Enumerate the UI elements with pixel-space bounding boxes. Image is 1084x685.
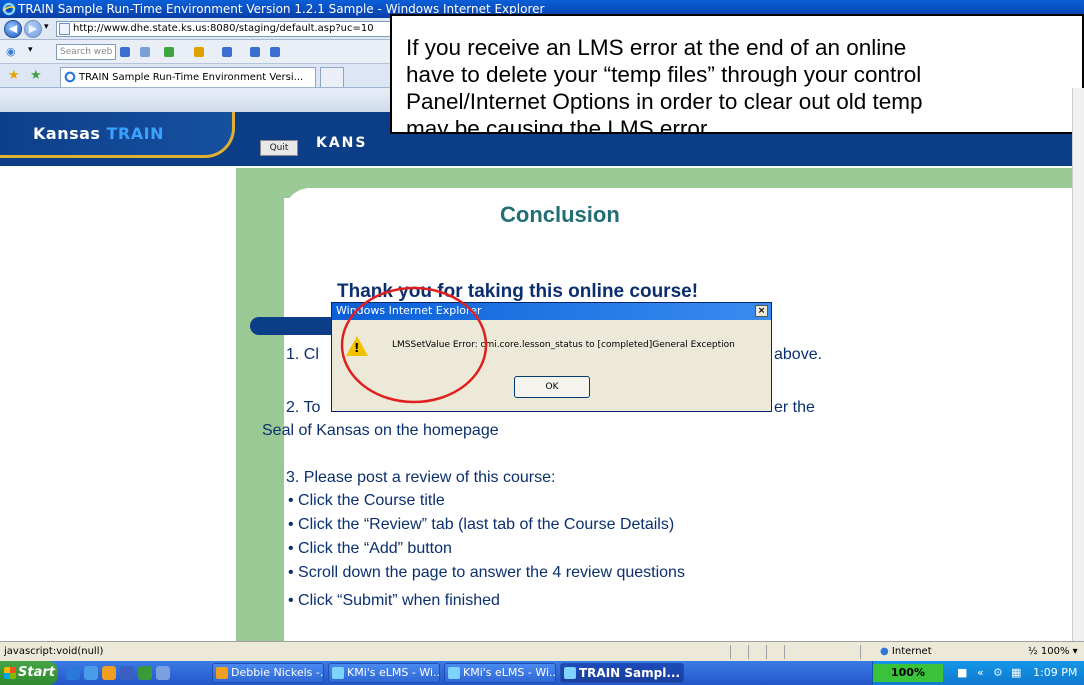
page-icon [59, 23, 70, 35]
history-dropdown-icon[interactable]: ▾ [44, 22, 49, 32]
status-bar: javascript:void(null) ● Internet ½ 100% … [0, 641, 1084, 661]
internet-zone: ● Internet [880, 646, 932, 657]
taskbar-item[interactable]: KMi's eLMS - Wi... [444, 663, 556, 683]
taskbar-item[interactable]: Debbie Nickels -... [212, 663, 324, 683]
tab-label: TRAIN Sample Run-Time Environment Versi.… [79, 72, 304, 83]
kansas-label: KANS [316, 135, 368, 151]
navy-tab-shape [250, 317, 340, 335]
status-text: javascript:void(null) [4, 646, 104, 657]
toolbar-button-icon[interactable] [270, 47, 280, 57]
list-item: • Click the Course title [288, 492, 445, 509]
quicklaunch-icon[interactable] [156, 666, 170, 680]
quicklaunch-icon[interactable] [120, 666, 134, 680]
back-button[interactable]: ◀ [4, 20, 22, 38]
step3-title: 3. Please post a review of this course: [286, 469, 556, 486]
list-item: • Click “Submit” when finished [288, 592, 500, 609]
zoom-badge[interactable]: 100% [873, 664, 943, 682]
search-go-icon[interactable] [120, 47, 130, 57]
step2-end: er the [774, 399, 815, 416]
ie-toolbar-icon[interactable]: ◉ [6, 45, 16, 58]
callout-line: may be causing the LMS error. [406, 116, 713, 134]
tray-icon[interactable]: ▦ [1011, 666, 1021, 679]
forward-button[interactable]: ▶ [24, 20, 42, 38]
windows-flag-icon [4, 667, 16, 679]
zoom-level[interactable]: ½ 100% ▾ [1028, 642, 1078, 661]
step2-line2: Seal of Kansas on the homepage [262, 422, 499, 439]
system-tray: 100% ■ « ⚙ ▦ 1:09 PM [872, 661, 1084, 685]
screen: TRAIN Sample Run-Time Environment Versio… [0, 0, 1084, 685]
address-url: http://www.dhe.state.ks.us:8080/staging/… [73, 23, 374, 34]
page-heading: Conclusion [500, 202, 620, 227]
taskbar-item-active[interactable]: TRAIN Sampl... [560, 663, 684, 683]
list-item: • Click the “Add” button [288, 540, 452, 557]
quicklaunch-icon[interactable] [84, 666, 98, 680]
browser-tab[interactable]: TRAIN Sample Run-Time Environment Versi.… [60, 67, 316, 87]
ie-logo-icon [2, 2, 16, 16]
list-item: • Click the “Review” tab (last tab of th… [288, 516, 675, 533]
green-sidebar [236, 168, 284, 641]
toolbar-button-icon[interactable] [194, 47, 204, 57]
new-tab-button[interactable] [320, 67, 344, 87]
add-favorite-icon[interactable]: ★ [30, 68, 42, 83]
ok-button[interactable]: OK [514, 376, 590, 398]
list-item: • Scroll down the page to answer the 4 r… [288, 564, 685, 581]
page-content: Kansas TRAIN Quit KANS Conclusion Thank … [0, 88, 1072, 641]
search-input[interactable]: Search web [56, 44, 116, 60]
quicklaunch-icon[interactable] [102, 666, 116, 680]
clock: 1:09 PM [1033, 666, 1078, 679]
callout-line: If you receive an LMS error at the end o… [406, 35, 907, 60]
tray-icon[interactable]: ■ [957, 666, 967, 679]
tray-icon[interactable]: ⚙ [993, 666, 1003, 679]
close-icon[interactable]: × [755, 305, 768, 317]
callout-line: Panel/Internet Options in order to clear… [406, 89, 923, 114]
address-field[interactable]: http://www.dhe.state.ks.us:8080/staging/… [56, 21, 396, 37]
annotation-callout: If you receive an LMS error at the end o… [390, 14, 1084, 134]
step2-start: 2. To [286, 399, 321, 416]
toolbar-button-icon[interactable] [250, 47, 260, 57]
ie-tab-icon [64, 71, 76, 83]
start-button[interactable]: Start [0, 661, 58, 685]
callout-line: have to delete your “temp files” through… [406, 62, 922, 87]
quicklaunch-icon[interactable] [138, 666, 152, 680]
globe-icon: ● [880, 646, 889, 657]
step1-end: above. [774, 346, 823, 363]
favorites-star-icon[interactable]: ★ [8, 68, 20, 83]
kansas-train-logo: Kansas TRAIN [0, 112, 235, 158]
toolbar-dropdown-icon[interactable]: ▾ [28, 45, 33, 55]
windows-taskbar: Start Debbie Nickels -... KMi's eLMS - W… [0, 661, 1084, 685]
tray-expand-icon[interactable]: « [977, 666, 984, 679]
toolbar-button-icon[interactable] [140, 47, 150, 57]
toolbar-button-icon[interactable] [164, 47, 174, 57]
vertical-scrollbar[interactable] [1072, 88, 1084, 641]
quit-button[interactable]: Quit [260, 140, 298, 156]
toolbar-button-icon[interactable] [222, 47, 232, 57]
taskbar-item[interactable]: KMi's eLMS - Wi... [328, 663, 440, 683]
ie-quicklaunch-icon[interactable] [66, 666, 80, 680]
annotation-red-circle [340, 286, 488, 404]
step1-start: 1. Cl [286, 346, 319, 363]
